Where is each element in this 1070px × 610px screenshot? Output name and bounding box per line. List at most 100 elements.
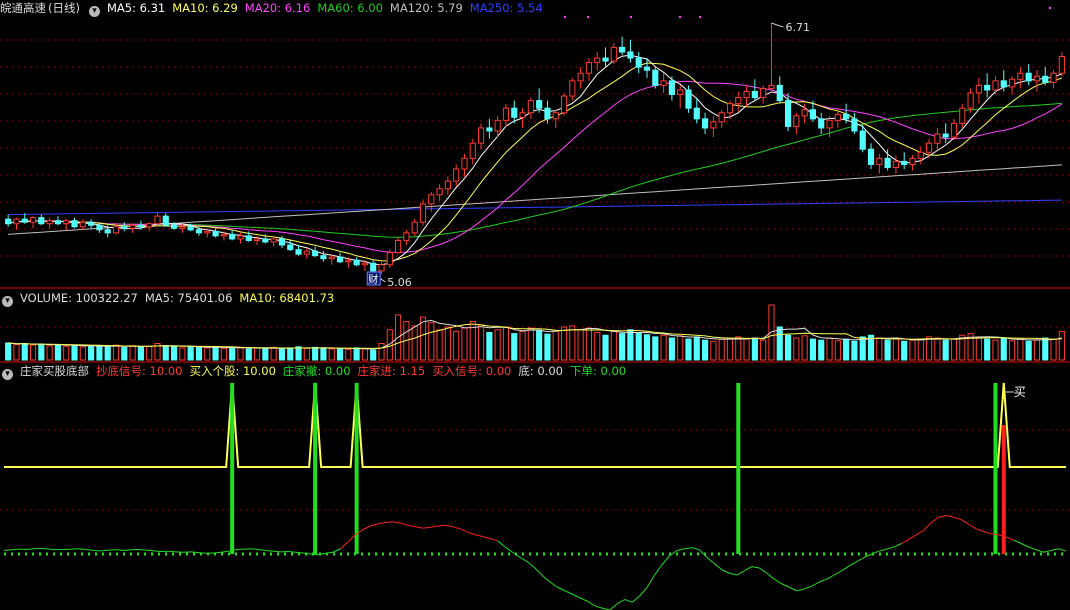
oscillator-segment	[11, 548, 20, 551]
volume-bar	[88, 345, 95, 361]
gear-icon[interactable]: ▾	[88, 6, 100, 17]
candle-body	[652, 69, 659, 86]
oscillator-segment	[789, 586, 797, 592]
candle-body	[212, 230, 219, 237]
oscillator-segment	[729, 572, 738, 576]
oscillator-segment	[714, 563, 723, 571]
volume-bar	[146, 345, 153, 361]
candle-body	[121, 226, 128, 229]
oscillator-segment	[968, 523, 977, 530]
candle-body	[643, 66, 651, 71]
volume-bar	[801, 335, 808, 361]
volume-bar	[718, 338, 725, 361]
candle-body	[436, 188, 443, 196]
candle-body	[237, 235, 244, 240]
volume-bar	[1025, 340, 1032, 361]
candle-body	[328, 256, 335, 260]
volume-bar	[901, 340, 908, 361]
indicator-item: 底: 0.00	[518, 364, 563, 378]
marker-dot	[678, 15, 682, 19]
volume-bar	[270, 346, 277, 361]
candle-body	[428, 194, 435, 205]
volume-bar	[461, 327, 468, 361]
candle-body	[461, 157, 468, 170]
oscillator-segment	[138, 548, 147, 551]
volume-bar	[809, 338, 817, 361]
oscillator-segment	[564, 590, 573, 595]
candle-body	[270, 238, 277, 243]
stock-name: 皖通高速	[0, 1, 46, 15]
candle-body	[527, 100, 534, 114]
candle-body	[585, 62, 593, 74]
candle-body	[975, 84, 982, 94]
volume-bar	[444, 326, 451, 361]
candle-body	[577, 72, 584, 82]
oscillator-segment	[1050, 548, 1059, 551]
volume-bar	[619, 333, 626, 361]
ma60-label: MA60: 6.00	[317, 1, 383, 15]
candle-body	[818, 118, 825, 129]
candle-body	[303, 250, 310, 255]
candle-body	[942, 133, 949, 138]
oscillator-segment	[676, 548, 685, 551]
candle-body	[602, 57, 609, 62]
oscillator-segment	[527, 561, 536, 569]
candle-body	[826, 119, 833, 129]
volume-bar	[552, 330, 559, 361]
volume-bar	[171, 346, 178, 361]
volume-bar	[179, 347, 186, 361]
oscillator-segment	[976, 528, 984, 533]
volume-bar	[312, 346, 319, 361]
volume-bar	[29, 344, 37, 361]
oscillator-segment	[916, 529, 925, 536]
candle-body	[179, 226, 186, 229]
oscillator-segment	[101, 549, 109, 552]
marker-dot	[586, 15, 590, 19]
candle-body	[54, 220, 62, 225]
oscillator-segment	[572, 593, 581, 599]
oscillator-segment	[624, 599, 633, 603]
volume-bar	[527, 327, 534, 361]
oscillator-segment	[759, 567, 768, 574]
candle-body	[104, 229, 111, 234]
volume-bar	[702, 339, 709, 361]
oscillator-segment	[654, 564, 663, 576]
candle-body	[884, 157, 891, 168]
candle-body	[876, 157, 883, 165]
volume-ma10-label: MA10: 68401.73	[239, 291, 335, 305]
candle-body	[660, 80, 667, 86]
volume-bar	[536, 329, 543, 361]
oscillator-segment	[706, 557, 715, 565]
oscillator-segment	[519, 557, 528, 563]
oscillator-segment	[400, 522, 408, 526]
volume-bar	[984, 338, 991, 361]
oscillator-segment	[542, 575, 551, 583]
gear-icon[interactable]: ▾	[2, 369, 13, 380]
candle-body	[635, 57, 642, 68]
oscillator-segment	[340, 541, 349, 550]
volume-bar	[627, 329, 634, 361]
oscillator-segment	[661, 555, 670, 565]
candle-body	[353, 259, 360, 266]
candle-body	[776, 84, 783, 102]
candle-body	[1058, 56, 1065, 74]
candle-body	[370, 262, 377, 272]
volume-bar	[992, 339, 999, 361]
oscillator-segment	[961, 519, 970, 525]
gear-icon[interactable]: ▾	[2, 296, 13, 307]
candle-body	[536, 100, 543, 109]
signal-bar	[313, 383, 318, 554]
event-badge-label: 财	[368, 273, 378, 286]
volume-bar	[486, 332, 493, 361]
oscillator-segment	[228, 549, 236, 552]
oscillator-segment	[736, 570, 745, 576]
candle-body	[378, 264, 385, 272]
volume-bar	[710, 340, 717, 361]
volume-bar	[851, 340, 858, 361]
oscillator-segment	[235, 548, 244, 551]
candle-body	[1000, 80, 1007, 88]
candle-body	[245, 235, 252, 241]
oscillator-segment	[362, 525, 371, 530]
candle-body	[511, 107, 518, 118]
candle-body	[917, 151, 924, 159]
